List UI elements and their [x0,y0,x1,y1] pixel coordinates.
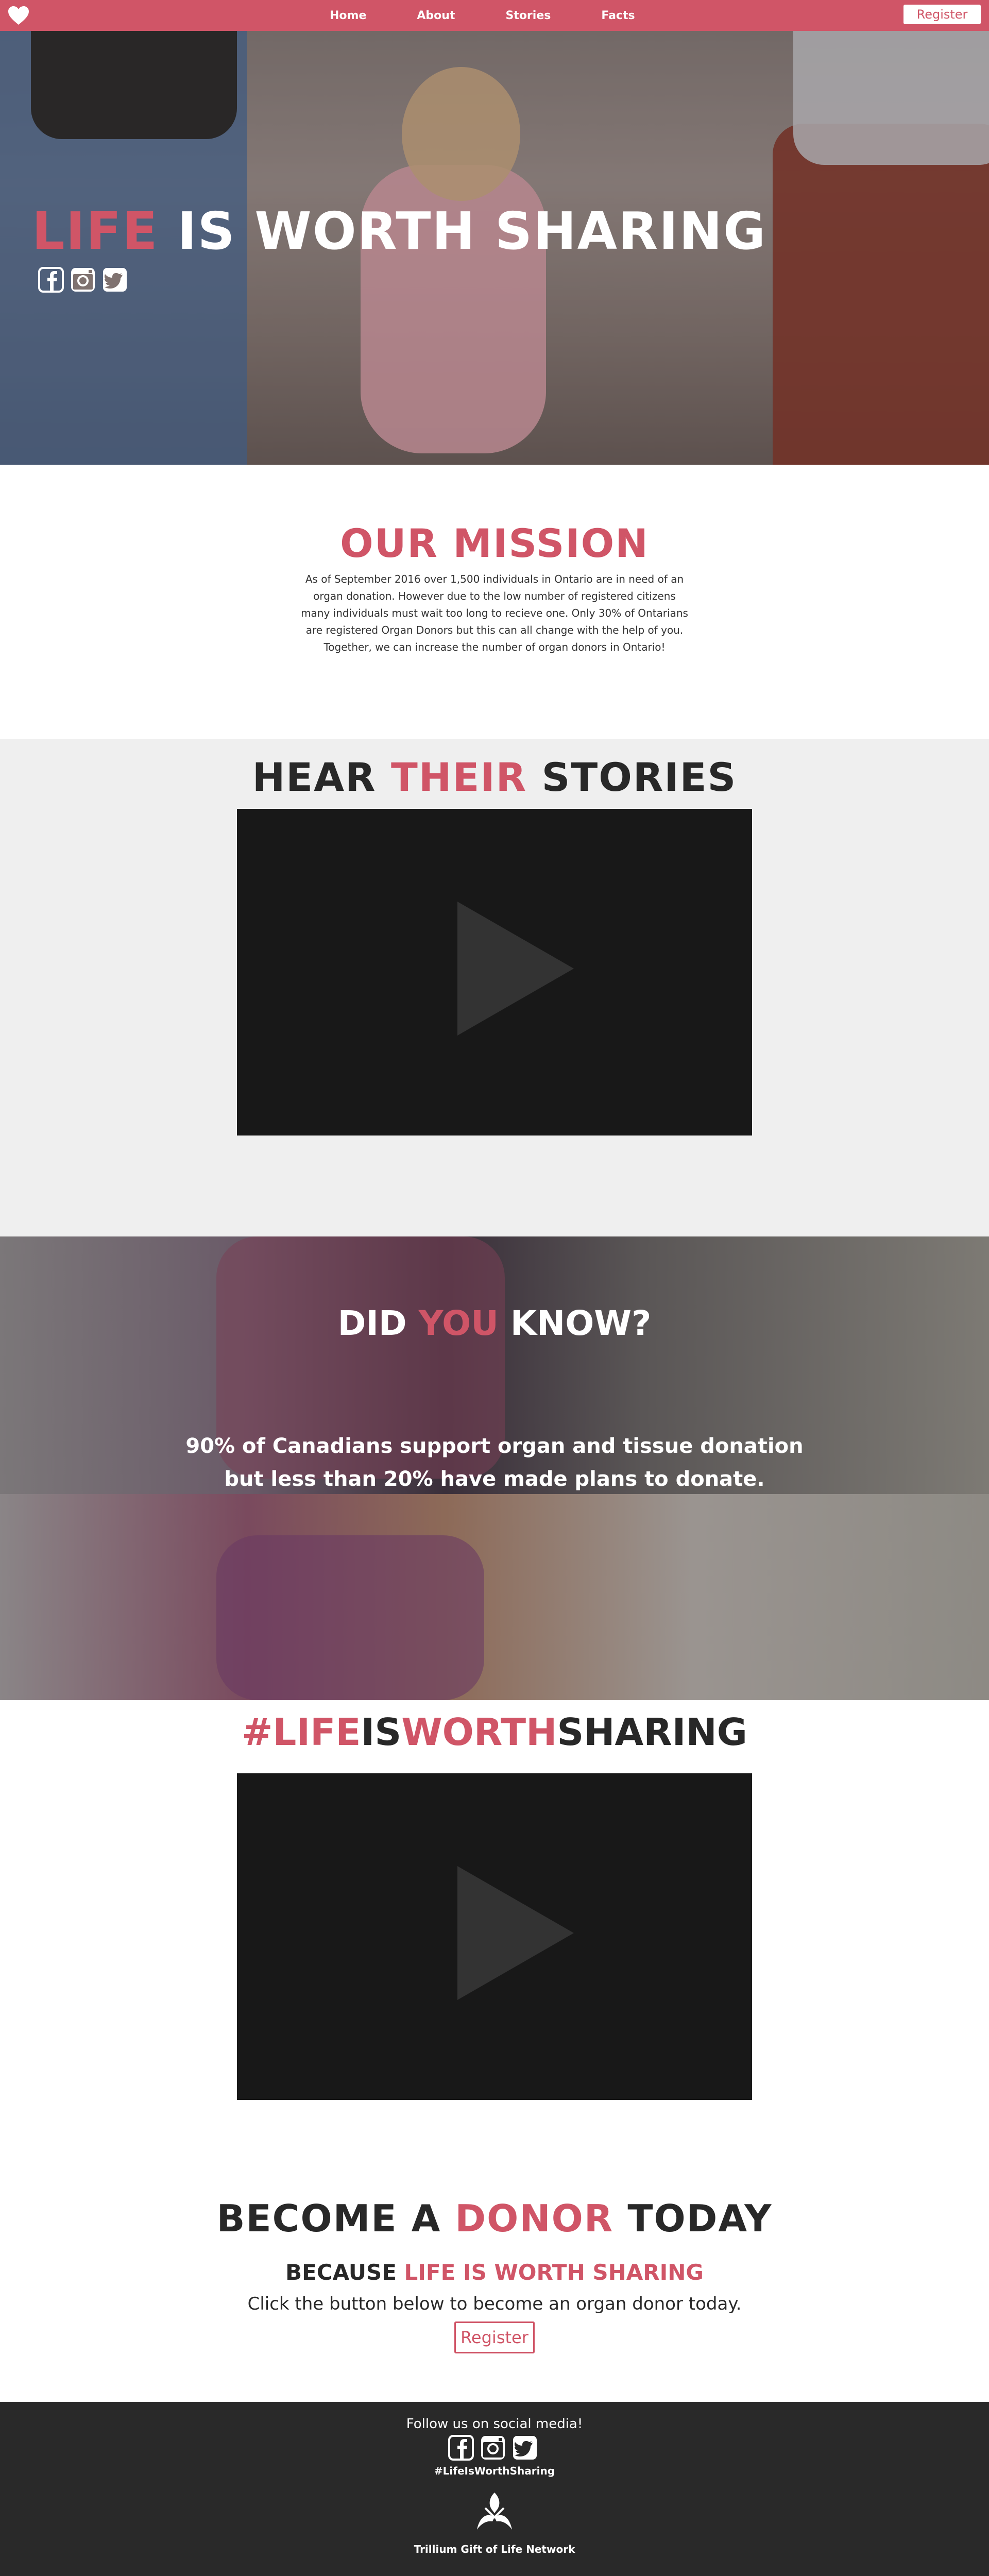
know-photo-plaid-bottom [216,1535,484,1700]
become-title-accent: DONOR [455,2197,614,2240]
know-title-accent: YOU [418,1303,499,1343]
top-navbar: Home About Stories Facts Register [0,0,989,31]
hashtag-title: #LIFEISWORTHSHARING [0,1710,989,1754]
hero-social-icons [38,267,134,293]
know-title-part1: DID [337,1303,419,1343]
mission-title: OUR MISSION [340,520,649,566]
know-title: DID YOU KNOW? [0,1303,989,1343]
become-title-part2: TODAY [613,2197,773,2240]
hashtag-part2: IS [361,1710,402,1754]
footer: Follow us on social media! #LifeIsWorthS… [0,2402,989,2576]
hashtag-video-player[interactable] [237,1773,752,2100]
know-fact: 90% of Canadians support organ and tissu… [185,1434,804,1491]
hashtag-part1: #LIFE [242,1710,361,1754]
nav-link-about[interactable]: About [417,9,455,22]
play-icon[interactable] [457,902,574,1036]
register-button[interactable]: Register [454,2321,535,2353]
hashtag-section: #LIFEISWORTHSHARING [0,1700,989,2164]
facebook-icon[interactable] [448,2435,474,2461]
instagram-icon[interactable] [70,267,96,293]
stories-title-part1: HEAR [252,754,391,800]
hero-title-rest: IS WORTH SHARING [158,201,767,261]
trillium-icon[interactable] [470,2488,519,2538]
know-photo-bottom [0,1494,989,1700]
stories-title-accent: THEIR [391,754,527,800]
nav-register-button[interactable]: Register [903,5,981,24]
know-title-part2: KNOW? [498,1303,652,1343]
stories-section: HEAR THEIR STORIES [0,739,989,1236]
hero-section: LIFE IS WORTH SHARING [0,31,989,465]
footer-follow-text: Follow us on social media! [406,2416,583,2432]
become-text: Click the button below to become an orga… [247,2294,742,2314]
mission-section: OUR MISSION As of September 2016 over 1,… [0,465,989,739]
become-subtitle-part1: BECAUSE [285,2260,404,2285]
footer-org-name: Trillium Gift of Life Network [414,2543,575,2555]
stories-title: HEAR THEIR STORIES [0,754,989,800]
become-subtitle: BECAUSE LIFE IS WORTH SHARING [0,2260,989,2285]
did-you-know-section: DID YOU KNOW? 90% of Canadians support o… [0,1236,989,1700]
stories-title-part2: STORIES [527,754,737,800]
hashtag-part4: SHARING [557,1710,747,1754]
facebook-icon[interactable] [38,267,64,293]
hero-title-accent: LIFE [32,201,159,261]
footer-hashtag: #LifeIsWorthSharing [434,2465,555,2477]
hashtag-part3: WORTH [401,1710,557,1754]
instagram-icon[interactable] [480,2435,506,2461]
become-title: BECOME A DONOR TODAY [0,2197,989,2240]
nav-link-facts[interactable]: Facts [601,9,635,22]
stories-video-player[interactable] [237,809,752,1136]
nav-links: Home About Stories Facts [330,0,686,31]
mission-text: As of September 2016 over 1,500 individu… [301,573,688,653]
footer-social-icons [448,2435,544,2461]
become-title-part1: BECOME A [216,2197,455,2240]
play-icon[interactable] [457,1866,574,2000]
twitter-icon[interactable] [102,267,128,293]
become-donor-section: BECOME A DONOR TODAY BECAUSE LIFE IS WOR… [0,2164,989,2402]
heart-icon[interactable] [7,5,30,26]
hero-title: LIFE IS WORTH SHARING [32,201,766,261]
nav-link-stories[interactable]: Stories [505,9,551,22]
become-subtitle-accent: LIFE IS WORTH SHARING [404,2260,704,2285]
nav-link-home[interactable]: Home [330,9,366,22]
twitter-icon[interactable] [512,2435,538,2461]
